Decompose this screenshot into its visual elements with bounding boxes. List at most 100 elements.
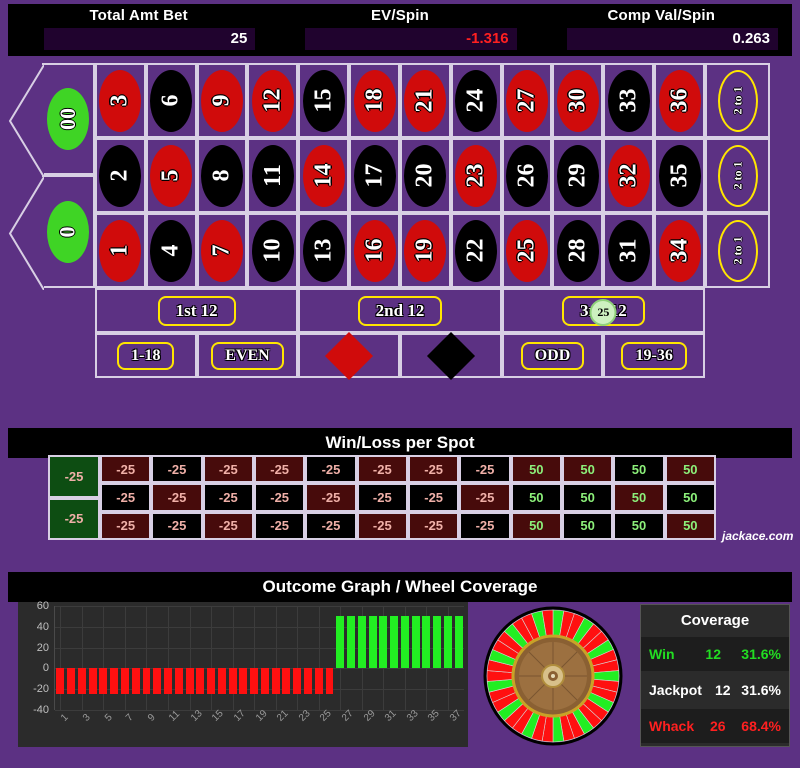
bet-cell-number-20[interactable]: 20 <box>399 138 451 213</box>
winloss-cell: -25 <box>100 483 152 512</box>
bet-cell-column-1[interactable]: 2 to 1 <box>705 63 770 138</box>
winloss-value: 50 <box>580 461 595 477</box>
bet-cell-number-19[interactable]: 19 <box>399 213 451 288</box>
bet-cell-dozen-1[interactable]: 1st 12 <box>95 288 299 333</box>
winloss-cell: -25 <box>100 455 152 484</box>
number-oval: 31 <box>607 219 650 282</box>
bet-cell-number-16[interactable]: 16 <box>349 213 400 288</box>
number-oval: 26 <box>506 144 549 207</box>
bet-cell-number-14[interactable]: 14 <box>298 138 350 213</box>
winloss-value: -25 <box>372 518 392 534</box>
stat-value-box: 25 <box>44 28 256 50</box>
bet-cell-number-17[interactable]: 17 <box>349 138 400 213</box>
bet-cell-dozen-3[interactable]: 3rd 1225 <box>501 288 705 333</box>
bet-cell-1-18[interactable]: 1-18 <box>95 333 197 378</box>
bet-cell-number-29[interactable]: 29 <box>552 138 604 213</box>
number-label: 25 <box>513 238 540 263</box>
number-oval: 20 <box>404 144 447 207</box>
number-oval: 4 <box>150 219 193 282</box>
bar <box>110 668 119 695</box>
outside-bet-label: 19-36 <box>621 341 687 370</box>
bet-cell-double-zero[interactable]: 00 <box>8 63 95 177</box>
bet-cell-number-34[interactable]: 34 <box>654 213 705 288</box>
bet-cell-column-3[interactable]: 2 to 1 <box>705 213 770 288</box>
outside-bet-label: ODD <box>520 341 585 370</box>
bet-cell-number-24[interactable]: 24 <box>450 63 502 138</box>
bet-cell-number-22[interactable]: 22 <box>450 213 502 288</box>
number-oval: 2 <box>99 144 142 207</box>
bet-cell-number-6[interactable]: 6 <box>145 63 197 138</box>
x-axis-tick: 3 <box>80 712 93 724</box>
number-oval: 11 <box>251 144 294 207</box>
bet-cell-number-11[interactable]: 11 <box>247 138 299 213</box>
column-bet-oval: 2 to 1 <box>717 144 758 207</box>
winloss-value: -25 <box>116 461 136 477</box>
stat-value: 25 <box>230 30 248 47</box>
bet-cell-dozen-2[interactable]: 2nd 12 <box>298 288 502 333</box>
bet-cell-number-23[interactable]: 23 <box>450 138 502 213</box>
bar <box>357 616 366 669</box>
column-bet-oval: 2 to 1 <box>717 69 758 132</box>
bar <box>77 668 86 695</box>
winloss-cell: -25 <box>253 455 306 484</box>
bet-cell-number-31[interactable]: 31 <box>603 213 655 288</box>
bet-cell-number-7[interactable]: 7 <box>196 213 248 288</box>
bar <box>185 668 194 695</box>
bet-cell-number-35[interactable]: 35 <box>654 138 705 213</box>
bet-cell-zero[interactable]: 0 <box>8 175 95 290</box>
winloss-cell: -25 <box>305 455 357 484</box>
winloss-value: 50 <box>580 518 595 534</box>
bet-cell-number-36[interactable]: 36 <box>654 63 705 138</box>
bet-cell-number-4[interactable]: 4 <box>145 213 197 288</box>
zero-column: 00 0 <box>8 63 95 290</box>
bet-cell-number-30[interactable]: 30 <box>552 63 604 138</box>
bar-slot <box>184 606 195 710</box>
bar <box>196 668 205 695</box>
bet-cell-number-21[interactable]: 21 <box>399 63 451 138</box>
bet-cell-19-36[interactable]: 19-36 <box>603 333 705 378</box>
bet-cell-black[interactable] <box>399 331 502 380</box>
bet-cell-red[interactable] <box>298 331 400 380</box>
number-oval: 7 <box>201 219 244 282</box>
number-oval: 9 <box>201 69 244 132</box>
number-oval: 32 <box>607 144 650 207</box>
bar <box>131 668 140 695</box>
stat-label: Comp Val/Spin <box>607 7 716 24</box>
bet-cell-even[interactable]: EVEN <box>196 333 299 378</box>
number-label: 33 <box>615 88 642 113</box>
bar-slot <box>109 606 120 710</box>
bar <box>174 668 183 695</box>
bet-cell-number-32[interactable]: 32 <box>603 138 655 213</box>
bet-cell-number-10[interactable]: 10 <box>247 213 299 288</box>
x-axis-tick: 1 <box>59 712 72 724</box>
bet-cell-number-28[interactable]: 28 <box>552 213 604 288</box>
bar <box>282 668 291 695</box>
outside-bet-label: EVEN <box>211 341 284 370</box>
bet-cell-number-33[interactable]: 33 <box>603 63 655 138</box>
bet-cell-number-15[interactable]: 15 <box>298 63 350 138</box>
winloss-value: 50 <box>683 518 698 534</box>
bar <box>347 616 356 669</box>
bet-chip[interactable]: 25 <box>589 299 617 326</box>
number-label: 9 <box>208 94 235 107</box>
roulette-table: 00 0 3 6 9 12 15 18 21 24 27 30 33 36 2 5 8 11 14 17 20 23 26… <box>0 60 800 400</box>
bet-cell-number-1[interactable]: 1 <box>95 213 146 288</box>
winloss-value: 50 <box>683 461 698 477</box>
zero-oval: 00 <box>46 88 89 150</box>
bet-cell-number-12[interactable]: 12 <box>247 63 299 138</box>
bet-cell-column-2[interactable]: 2 to 1 <box>705 138 770 213</box>
bet-cell-number-26[interactable]: 26 <box>501 138 553 213</box>
bet-cell-number-2[interactable]: 2 <box>95 138 146 213</box>
bet-cell-number-27[interactable]: 27 <box>501 63 553 138</box>
bet-cell-odd[interactable]: ODD <box>501 333 604 378</box>
bet-cell-number-8[interactable]: 8 <box>196 138 248 213</box>
bet-cell-number-3[interactable]: 3 <box>95 63 146 138</box>
bar-slot <box>55 606 66 710</box>
winloss-value: -25 <box>167 489 187 505</box>
bet-cell-number-9[interactable]: 9 <box>196 63 248 138</box>
bet-cell-number-25[interactable]: 25 <box>501 213 553 288</box>
bet-cell-number-13[interactable]: 13 <box>298 213 350 288</box>
bet-cell-number-18[interactable]: 18 <box>349 63 400 138</box>
number-label: 21 <box>411 88 438 113</box>
bet-cell-number-5[interactable]: 5 <box>145 138 197 213</box>
